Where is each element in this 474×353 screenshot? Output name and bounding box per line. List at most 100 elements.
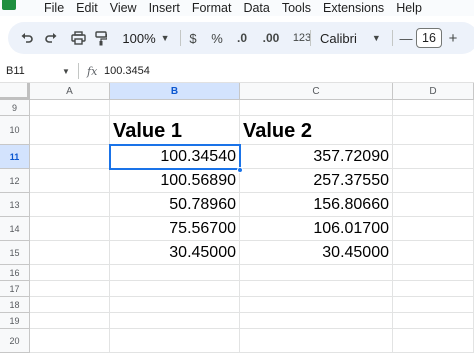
cell-d13[interactable]: [393, 193, 474, 217]
row-header-20[interactable]: 20: [0, 329, 30, 353]
caret-down-icon[interactable]: ▼: [62, 59, 70, 83]
column-header-d[interactable]: D: [393, 83, 474, 100]
cell-b14[interactable]: 75.56700: [110, 217, 240, 241]
menu-format[interactable]: Format: [192, 1, 232, 15]
column-header-c[interactable]: C: [240, 83, 393, 100]
column-header-b[interactable]: B: [110, 83, 240, 100]
cell-d14[interactable]: [393, 217, 474, 241]
menu-edit[interactable]: Edit: [76, 1, 98, 15]
cell-c20[interactable]: [240, 329, 393, 353]
row-header-9[interactable]: 9: [0, 100, 30, 116]
cell-d17[interactable]: [393, 281, 474, 297]
menu-data[interactable]: Data: [243, 1, 269, 15]
cell-b12[interactable]: 100.56890: [110, 169, 240, 193]
cell-a20[interactable]: [30, 329, 110, 353]
cell-b16[interactable]: [110, 265, 240, 281]
cell-a11[interactable]: [30, 145, 110, 169]
row-header-11[interactable]: 11: [0, 145, 30, 169]
cell-a13[interactable]: [30, 193, 110, 217]
menu-items: File Edit View Insert Format Data Tools …: [44, 0, 434, 16]
zoom-select[interactable]: 100% ▼: [118, 22, 174, 54]
cell-c11[interactable]: 357.72090: [240, 145, 393, 169]
menu-help[interactable]: Help: [396, 1, 422, 15]
increase-font-size-button[interactable]: +: [445, 22, 461, 54]
menu-insert[interactable]: Insert: [149, 1, 180, 15]
decrease-decimals-button[interactable]: .0: [232, 22, 252, 54]
number-format-label: 123: [292, 32, 312, 44]
row-header-12[interactable]: 12: [0, 169, 30, 193]
cell-c18[interactable]: [240, 297, 393, 313]
cell-d18[interactable]: [393, 297, 474, 313]
cell-b18[interactable]: [110, 297, 240, 313]
row-header-15[interactable]: 15: [0, 241, 30, 265]
print-icon: [70, 31, 86, 45]
font-family-select[interactable]: Calibri ▼: [320, 22, 392, 54]
toolbar-divider: [180, 30, 181, 46]
cell-a16[interactable]: [30, 265, 110, 281]
cell-a18[interactable]: [30, 297, 110, 313]
redo-button[interactable]: [42, 22, 60, 54]
cell-b20[interactable]: [110, 329, 240, 353]
undo-button[interactable]: [18, 22, 36, 54]
cell-d16[interactable]: [393, 265, 474, 281]
cell-c17[interactable]: [240, 281, 393, 297]
decrease-font-size-button[interactable]: —: [398, 22, 414, 54]
paint-format-button[interactable]: [92, 22, 110, 54]
percent-symbol: %: [211, 30, 223, 46]
cell-d15[interactable]: [393, 241, 474, 265]
cell-b11[interactable]: 100.34540: [110, 145, 240, 169]
cell-c14[interactable]: 106.01700: [240, 217, 393, 241]
cell-d12[interactable]: [393, 169, 474, 193]
menu-tools[interactable]: Tools: [282, 1, 311, 15]
menu-bar: File Edit View Insert Format Data Tools …: [0, 0, 474, 16]
row-header-10[interactable]: 10: [0, 116, 30, 145]
undo-icon: [21, 33, 33, 43]
cell-a9[interactable]: [30, 100, 110, 116]
cell-a15[interactable]: [30, 241, 110, 265]
toolbar-divider: [392, 30, 393, 46]
cell-b19[interactable]: [110, 313, 240, 329]
cell-c16[interactable]: [240, 265, 393, 281]
cell-c9[interactable]: [240, 100, 393, 116]
increase-decimals-button[interactable]: .00: [258, 22, 284, 54]
fill-handle[interactable]: [237, 167, 243, 173]
cell-b17[interactable]: [110, 281, 240, 297]
cell-d19[interactable]: [393, 313, 474, 329]
font-size-input[interactable]: 16: [416, 28, 442, 48]
cell-d9[interactable]: [393, 100, 474, 116]
menu-extensions[interactable]: Extensions: [323, 1, 384, 15]
cell-b13[interactable]: 50.78960: [110, 193, 240, 217]
menu-view[interactable]: View: [110, 1, 137, 15]
row-header-17[interactable]: 17: [0, 281, 30, 297]
cell-d11[interactable]: [393, 145, 474, 169]
cell-a17[interactable]: [30, 281, 110, 297]
formula-input[interactable]: 100.3454: [104, 59, 150, 83]
cell-b10[interactable]: Value 1: [110, 116, 240, 145]
percent-button[interactable]: %: [208, 22, 226, 54]
cell-c10[interactable]: Value 2: [240, 116, 393, 145]
menu-file[interactable]: File: [44, 1, 64, 15]
name-box[interactable]: B11: [6, 59, 25, 83]
cell-c12[interactable]: 257.37550: [240, 169, 393, 193]
row-header-19[interactable]: 19: [0, 313, 30, 329]
cell-c19[interactable]: [240, 313, 393, 329]
cell-a19[interactable]: [30, 313, 110, 329]
print-button[interactable]: [68, 22, 88, 54]
cell-b9[interactable]: [110, 100, 240, 116]
cell-c15[interactable]: 30.45000: [240, 241, 393, 265]
cell-c13[interactable]: 156.80660: [240, 193, 393, 217]
cell-d10[interactable]: [393, 116, 474, 145]
cell-b15[interactable]: 30.45000: [110, 241, 240, 265]
cell-a12[interactable]: [30, 169, 110, 193]
row-header-16[interactable]: 16: [0, 265, 30, 281]
cell-d20[interactable]: [393, 329, 474, 353]
cell-a10[interactable]: [30, 116, 110, 145]
currency-button[interactable]: $: [184, 22, 202, 54]
select-all-corner[interactable]: [0, 83, 30, 100]
row-header-14[interactable]: 14: [0, 217, 30, 241]
column-header-a[interactable]: A: [30, 83, 110, 100]
row-header-18[interactable]: 18: [0, 297, 30, 313]
sheets-logo-icon[interactable]: [2, 0, 16, 10]
row-header-13[interactable]: 13: [0, 193, 30, 217]
cell-a14[interactable]: [30, 217, 110, 241]
